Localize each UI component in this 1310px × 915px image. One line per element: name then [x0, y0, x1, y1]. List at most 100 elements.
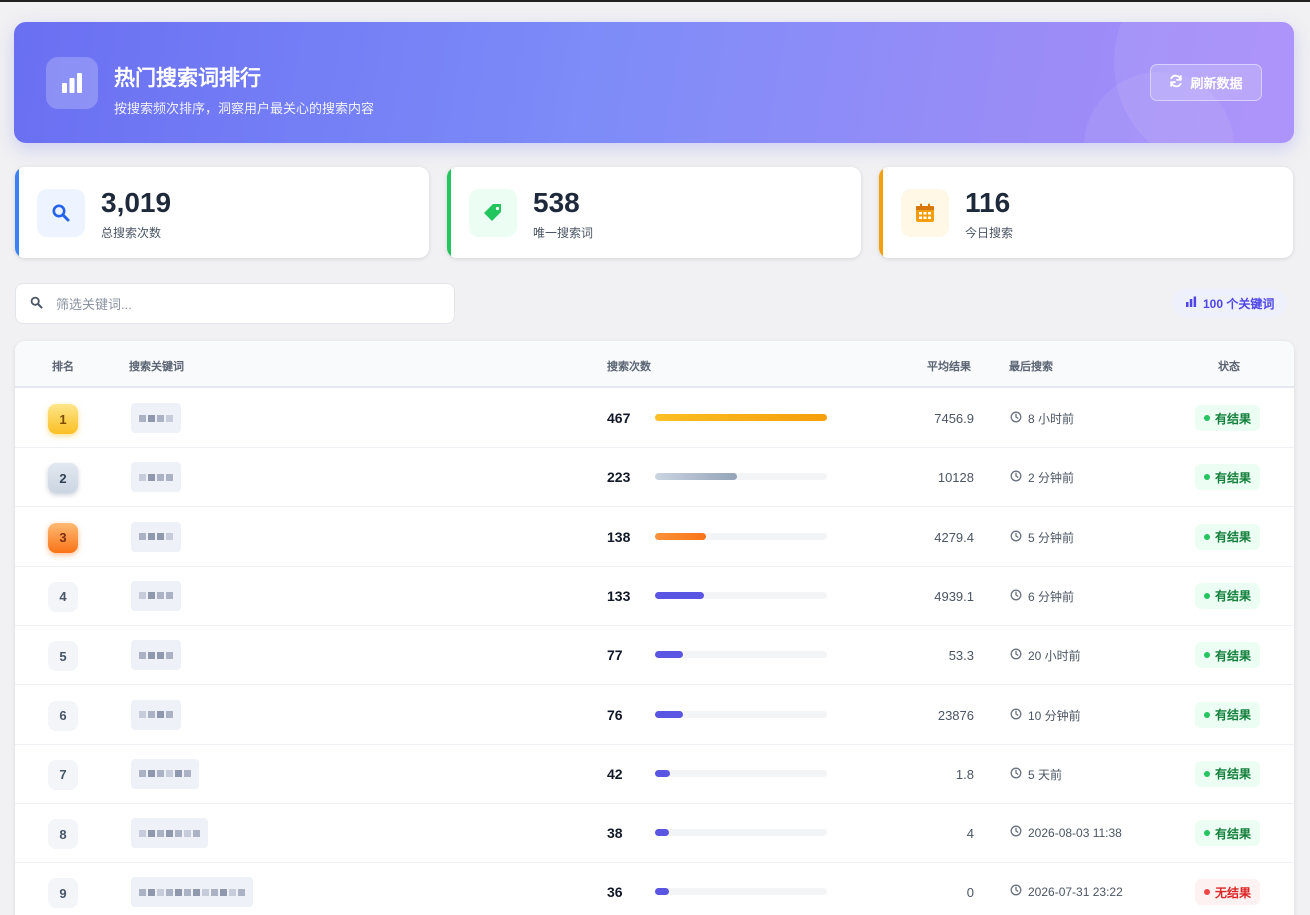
- search-icon: [30, 296, 43, 314]
- last-search-time: 2026-08-03 11:38: [1010, 825, 1122, 840]
- redacted-pixel: [139, 473, 146, 481]
- last-search-time: 5 天前: [1010, 766, 1062, 783]
- status-text: 有结果: [1215, 648, 1252, 663]
- count-bar-track: [655, 414, 827, 421]
- table-row[interactable]: 9 36 0 2026-07-31 23:22 无结果: [15, 863, 1294, 915]
- table-header: 排名 搜索关键词 搜索次数 平均结果 最后搜索 状态: [15, 341, 1294, 388]
- clock-icon: [1010, 411, 1022, 426]
- redacted-pixel: [166, 888, 173, 896]
- bar-chart-icon: [1185, 296, 1197, 311]
- redacted-pixel: [175, 770, 182, 778]
- last-search-time: 10 分钟前: [1010, 707, 1081, 724]
- count-bar-track: [655, 651, 827, 659]
- stat-label: 唯一搜索词: [533, 226, 594, 240]
- rank-badge: 3: [48, 522, 78, 553]
- clock-icon: [1010, 708, 1022, 723]
- status-badge: 有结果: [1195, 464, 1261, 491]
- stat-label: 总搜索次数: [101, 226, 162, 240]
- keyword-cell-redacted[interactable]: [131, 699, 181, 730]
- redacted-pixel: [139, 592, 146, 600]
- redacted-pixel: [175, 829, 182, 837]
- header-avg-results[interactable]: 平均结果: [927, 358, 971, 374]
- table-row[interactable]: 4 133 4939.1 6 分钟前 有结果: [15, 567, 1294, 626]
- table-row[interactable]: 2 223 10128 2 分钟前 有结果: [15, 448, 1294, 508]
- header-keyword[interactable]: 搜索关键词: [129, 358, 184, 374]
- last-search-time: 20 小时前: [1010, 647, 1081, 664]
- redacted-pixel: [157, 414, 164, 422]
- avg-results: 4279.4: [934, 529, 974, 545]
- refresh-button[interactable]: 刷新数据: [1150, 64, 1262, 101]
- last-search-time: 2026-07-31 23:22: [1010, 884, 1123, 899]
- rank-badge: 6: [48, 700, 78, 731]
- redacted-pixel: [148, 533, 155, 541]
- table-row[interactable]: 1 467 7456.9 8 小时前 有结果: [15, 389, 1294, 448]
- refresh-icon: [1169, 74, 1183, 91]
- status-dot-icon: [1204, 652, 1210, 659]
- search-count: 133: [607, 587, 631, 604]
- keyword-cell-redacted[interactable]: [131, 640, 181, 671]
- count-bar-fill: [655, 591, 704, 599]
- redacted-pixel: [166, 711, 173, 718]
- keyword-cell-redacted[interactable]: [131, 521, 181, 552]
- search-count: 223: [607, 469, 631, 486]
- redacted-pixel: [148, 473, 155, 481]
- count-bar-fill: [655, 473, 737, 481]
- redacted-pixel: [184, 888, 191, 896]
- status-dot-icon: [1204, 415, 1210, 421]
- count-bar-fill: [655, 829, 669, 837]
- keyword-cell-redacted[interactable]: [131, 818, 208, 849]
- search-count: 36: [607, 884, 623, 901]
- redacted-pixel: [148, 888, 155, 896]
- count-bar-fill: [655, 710, 683, 718]
- redacted-pixel: [157, 651, 164, 659]
- last-search-text: 2026-08-03 11:38: [1028, 825, 1122, 840]
- redacted-pixel: [184, 829, 191, 837]
- status-badge: 无结果: [1195, 879, 1261, 906]
- tag-icon: [469, 189, 517, 237]
- calendar-icon: [901, 189, 949, 237]
- keyword-cell-redacted[interactable]: [131, 877, 253, 908]
- header-rank[interactable]: 排名: [52, 358, 74, 374]
- header-count[interactable]: 搜索次数: [607, 358, 651, 374]
- status-badge: 有结果: [1195, 760, 1261, 787]
- clock-icon: [1010, 589, 1022, 604]
- rank-badge: 5: [48, 641, 78, 672]
- count-bar-track: [655, 888, 827, 896]
- header-last-search[interactable]: 最后搜索: [1009, 358, 1053, 374]
- table-row[interactable]: 5 77 53.3 20 小时前 有结果: [15, 626, 1294, 686]
- header-status[interactable]: 状态: [1218, 358, 1240, 374]
- rank-badge: 9: [48, 878, 78, 909]
- keyword-cell-redacted[interactable]: [131, 580, 181, 611]
- table-row[interactable]: 8 38 4 2026-08-03 11:38 有结果: [15, 804, 1294, 864]
- last-search-text: 2026-07-31 23:22: [1028, 884, 1123, 899]
- keyword-cell-redacted[interactable]: [131, 462, 181, 493]
- avg-results: 53.3: [948, 648, 974, 664]
- status-text: 有结果: [1215, 411, 1252, 426]
- table-row[interactable]: 3 138 4279.4 5 分钟前 有结果: [15, 508, 1294, 567]
- keyword-cell-redacted[interactable]: [131, 758, 199, 789]
- redacted-pixel: [139, 770, 146, 778]
- redacted-pixel: [157, 592, 164, 600]
- stat-value: 538: [533, 187, 580, 218]
- redacted-pixel: [157, 533, 164, 541]
- status-text: 有结果: [1215, 826, 1252, 841]
- search-count: 38: [607, 825, 623, 842]
- keyword-cell-redacted[interactable]: [131, 403, 181, 433]
- table-row[interactable]: 6 76 23876 10 分钟前 有结果: [15, 686, 1294, 745]
- stat-label: 今日搜索: [965, 226, 1014, 240]
- clock-icon: [1010, 648, 1022, 663]
- status-dot-icon: [1204, 533, 1210, 540]
- redacted-pixel: [139, 651, 146, 659]
- rank-badge: 8: [48, 819, 78, 850]
- redacted-pixel: [157, 888, 164, 896]
- status-badge: 有结果: [1195, 523, 1261, 550]
- filter-search-box[interactable]: [15, 283, 455, 324]
- redacted-pixel: [166, 592, 173, 600]
- page-header: 热门搜索词排行 按搜索频次排序，洞察用户最关心的搜索内容 刷新数据: [14, 22, 1294, 143]
- avg-results: 4939.1: [934, 588, 974, 604]
- avg-results: 7456.9: [934, 411, 974, 426]
- table-row[interactable]: 7 42 1.8 5 天前 有结果: [15, 745, 1294, 804]
- filter-keyword-input[interactable]: [56, 292, 436, 316]
- search-count: 138: [607, 528, 631, 545]
- status-dot-icon: [1204, 770, 1210, 777]
